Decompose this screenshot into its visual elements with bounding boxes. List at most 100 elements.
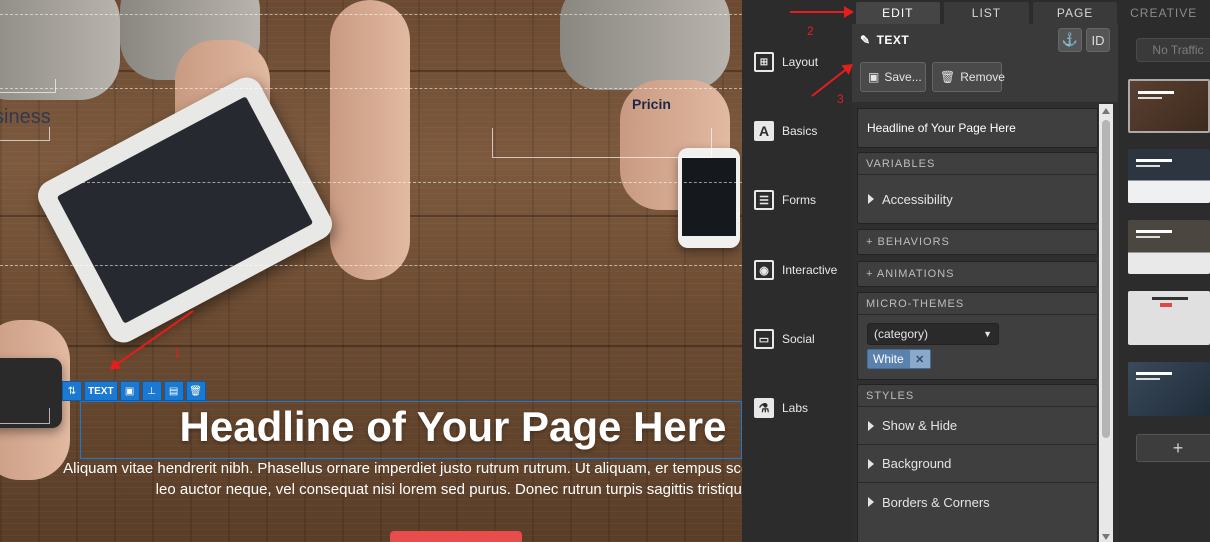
animations-section[interactable]: + ANIMATIONS xyxy=(857,261,1098,287)
category-labs[interactable]: ⚗ Labs xyxy=(754,398,808,418)
tag-label: White xyxy=(873,352,904,366)
page-thumbnail[interactable] xyxy=(1128,220,1210,274)
social-icon: ▭ xyxy=(754,329,774,349)
element-type-title: TEXT xyxy=(876,33,910,47)
category-social[interactable]: ▭ Social xyxy=(754,329,815,349)
behaviors-section[interactable]: + BEHAVIORS xyxy=(857,229,1098,255)
layout-guide-box xyxy=(0,79,56,93)
nav-link-business[interactable]: siness xyxy=(0,106,51,129)
page-thumbnail[interactable] xyxy=(1128,149,1210,203)
page-thumbnail[interactable] xyxy=(1128,79,1210,133)
basics-icon: A xyxy=(754,121,774,141)
save-icon: ▣ xyxy=(868,70,880,84)
category-label: Basics xyxy=(782,124,818,138)
accordion-accessibility[interactable]: Accessibility xyxy=(858,175,1097,223)
layout-guide-box xyxy=(0,127,50,141)
page-headline[interactable]: Headline of Your Page Here xyxy=(0,403,742,451)
anchor-icon[interactable]: ⚓ xyxy=(1058,28,1082,52)
remove-button[interactable]: 🗑 Remove xyxy=(932,62,1005,92)
accordion-label: Accessibility xyxy=(882,191,953,207)
styles-section: STYLES Show & Hide Background Borders & … xyxy=(857,384,1098,542)
image-icon[interactable]: ▣ xyxy=(119,381,140,401)
element-title: Headline of Your Page Here xyxy=(867,121,1016,135)
category-label: Layout xyxy=(782,55,819,69)
page-thumbnail[interactable] xyxy=(1128,291,1210,345)
category-forms[interactable]: ☰ Forms xyxy=(754,190,816,210)
scrollbar-thumb[interactable] xyxy=(1102,120,1110,438)
section-title: + ANIMATIONS xyxy=(866,268,955,280)
selection-toolbar: ⇅ TEXT ▣ ⊥ ▤ 🗑 xyxy=(62,381,206,401)
save-icon[interactable]: ▤ xyxy=(163,381,184,401)
no-traffic-badge: No Traffic xyxy=(1136,38,1210,62)
remove-label: Remove xyxy=(960,70,1005,84)
accordion-label: Borders & Corners xyxy=(882,494,990,510)
trash-icon: 🗑 xyxy=(940,70,956,84)
close-icon[interactable]: ✕ xyxy=(909,350,930,368)
interactive-icon: ◉ xyxy=(754,260,774,280)
pencil-icon: ✎ xyxy=(860,33,871,47)
element-categories: ⊞ Layout A Basics ☰ Forms ◉ Interactive … xyxy=(742,24,852,542)
pin-icon[interactable]: ⊥ xyxy=(141,381,162,401)
chevron-down-icon: ▼ xyxy=(983,329,992,339)
category-interactive[interactable]: ◉ Interactive xyxy=(754,260,837,280)
accordion-show-hide[interactable]: Show & Hide xyxy=(858,407,1097,445)
category-basics[interactable]: A Basics xyxy=(754,121,817,141)
category-label: Labs xyxy=(782,401,809,415)
category-layout[interactable]: ⊞ Layout xyxy=(754,52,818,72)
save-button[interactable]: ▣ Save... xyxy=(860,62,926,92)
accordion-borders-corners[interactable]: Borders & Corners xyxy=(858,483,1097,521)
layout-guide xyxy=(0,265,742,266)
annotation-number: 2 xyxy=(807,24,814,38)
expand-icon xyxy=(868,420,874,431)
category-label: Social xyxy=(782,332,815,346)
section-title: + BEHAVIORS xyxy=(866,236,950,248)
person-arm xyxy=(330,0,410,280)
page-thumbnails: No Traffic + ? xyxy=(1118,24,1210,542)
properties-panel: ✎ TEXT ⚓ ID ▣ Save... 🗑 Remove Headline … xyxy=(852,24,1118,542)
layout-guide xyxy=(0,14,742,15)
properties-scroll-area[interactable]: Headline of Your Page Here VARIABLES Acc… xyxy=(852,102,1118,542)
category-label: Forms xyxy=(782,193,816,207)
category-label: Interactive xyxy=(782,263,838,277)
accordion-label: Background xyxy=(882,456,952,471)
page-thumbnail[interactable] xyxy=(1128,362,1210,416)
annotation-arrow xyxy=(790,6,854,18)
add-page-button[interactable]: + xyxy=(1136,434,1210,462)
tab-edit[interactable]: EDIT xyxy=(855,2,941,24)
section-title: STYLES xyxy=(858,385,1097,407)
layout-guide xyxy=(0,88,742,89)
layout-guide xyxy=(82,182,742,183)
accordion-background[interactable]: Background xyxy=(858,445,1097,483)
page-canvas[interactable]: siness Pricin Headline of Your Page Here… xyxy=(0,0,742,542)
section-title: MICRO-THEMES xyxy=(858,293,1097,315)
layout-guide-box xyxy=(492,128,712,158)
annotation-number: 3 xyxy=(837,92,844,106)
trash-icon[interactable]: 🗑 xyxy=(185,381,206,401)
scroll-down-icon[interactable] xyxy=(1102,534,1110,540)
accordion-label: Show & Hide xyxy=(882,418,958,433)
nav-link-pricing[interactable]: Pricin xyxy=(632,96,671,112)
element-type-label: TEXT xyxy=(84,381,118,401)
expand-icon xyxy=(868,458,874,469)
cta-button[interactable] xyxy=(390,531,522,542)
theme-category-select[interactable]: (category) ▼ xyxy=(867,323,999,345)
editor-panel: EDIT LIST PAGE CREATIVE ⊞ Layout A Basic… xyxy=(742,0,1210,542)
annotation-number: 1 xyxy=(174,346,181,360)
expand-icon xyxy=(868,497,874,507)
theme-tag: White ✕ xyxy=(867,349,931,369)
forms-icon: ☰ xyxy=(754,190,774,210)
page-body-text[interactable]: Aliquam vitae hendrerit nibh. Phasellus … xyxy=(60,458,742,500)
tab-creative[interactable]: CREATIVE xyxy=(1121,2,1206,24)
save-label: Save... xyxy=(884,70,922,84)
expand-icon xyxy=(868,194,874,204)
element-title-card[interactable]: Headline of Your Page Here xyxy=(857,108,1098,148)
micro-themes-section: MICRO-THEMES (category) ▼ White ✕ xyxy=(857,292,1098,380)
tab-list[interactable]: LIST xyxy=(944,2,1029,24)
tab-page[interactable]: PAGE xyxy=(1032,2,1118,24)
move-handle-icon[interactable]: ⇅ xyxy=(62,381,82,401)
scroll-up-icon[interactable] xyxy=(1102,108,1110,114)
section-title: VARIABLES xyxy=(858,153,1097,175)
scrollbar[interactable] xyxy=(1099,104,1113,542)
id-button[interactable]: ID xyxy=(1086,28,1110,52)
variables-section: VARIABLES Accessibility xyxy=(857,152,1098,224)
